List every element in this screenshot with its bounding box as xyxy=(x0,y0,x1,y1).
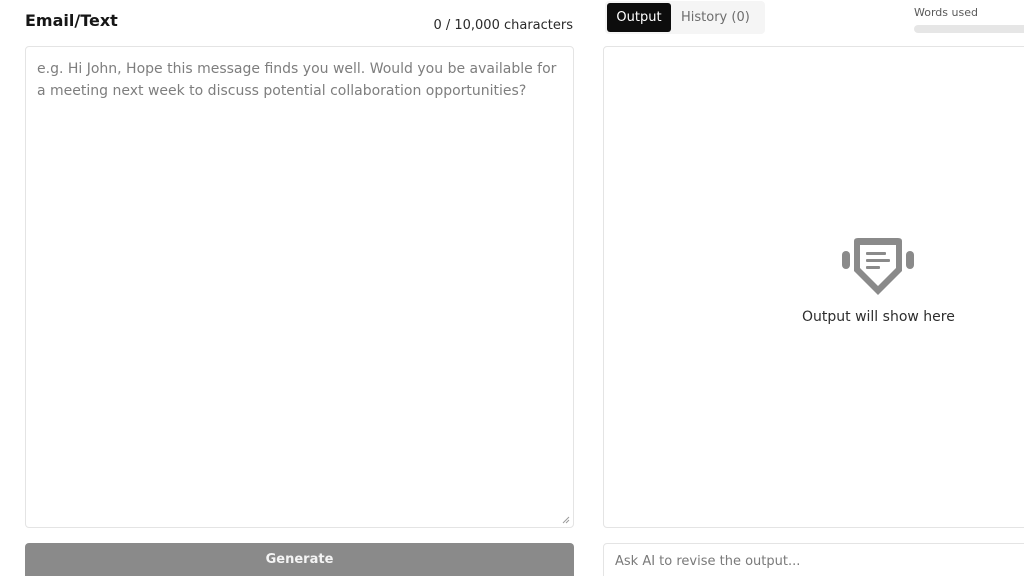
words-used-label: Words used xyxy=(914,6,978,19)
page: Email/Text 0 / 10,000 characters Generat… xyxy=(0,0,1024,576)
tab-output[interactable]: Output xyxy=(607,3,671,32)
document-shield-icon xyxy=(842,238,914,295)
email-text-input-container xyxy=(25,46,574,528)
words-used-progress-bar xyxy=(914,25,1024,33)
tab-history[interactable]: History (0) xyxy=(681,3,750,32)
resize-handle-icon[interactable] xyxy=(562,516,570,524)
revise-input-container xyxy=(603,543,1024,576)
email-text-title: Email/Text xyxy=(25,11,118,30)
output-tabs: Output History (0) xyxy=(605,1,765,34)
output-panel: Output will show here xyxy=(603,46,1024,528)
email-text-input[interactable] xyxy=(37,58,562,516)
revise-input[interactable] xyxy=(604,544,1024,576)
empty-state-text: Output will show here xyxy=(802,309,955,325)
generate-button[interactable]: Generate xyxy=(25,543,574,576)
character-counter: 0 / 10,000 characters xyxy=(433,18,573,33)
